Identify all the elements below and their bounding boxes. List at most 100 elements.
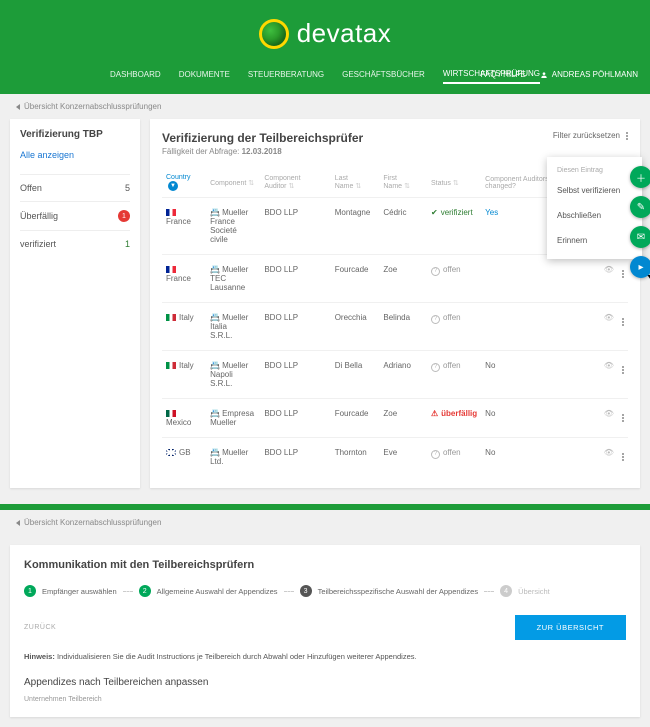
cell-view[interactable]: 👁 [600, 255, 618, 303]
cell-auditor: BDO LLP [260, 438, 330, 477]
col-country[interactable]: Country▼ [162, 168, 206, 198]
fab-mail[interactable]: ✉ [630, 226, 650, 248]
more-icon [622, 414, 624, 422]
back-button[interactable]: ZURÜCK [24, 624, 56, 631]
step-4-label[interactable]: Übersicht [518, 587, 550, 596]
col-firstname[interactable]: First Name⇅ [379, 168, 427, 198]
cell-lastname: Fourcade [331, 255, 380, 303]
hint-text: Hinweis: Individualisieren Sie die Audit… [24, 652, 626, 661]
fab-edit[interactable]: ✎ [630, 196, 650, 218]
fab-add-user[interactable]: ＋ [630, 166, 650, 188]
comm-title: Kommunikation mit den Teilbereichsprüfer… [24, 559, 626, 571]
cell-component: 📇MuellerFranceSocieté civile [206, 198, 260, 255]
breadcrumb-2[interactable]: Übersicht Konzernabschlussprüfungen [0, 510, 650, 535]
panel-subtitle: Fälligkeit der Abfrage: 12.03.2018 [162, 147, 363, 156]
filter-label: Überfällig [20, 211, 58, 221]
cell-component: 📇MuellerLtd. [206, 438, 260, 477]
eye-icon: 👁 [604, 313, 614, 322]
table-row[interactable]: Italy📇MuellerNapoliS.R.L.BDO LLPDi Bella… [162, 351, 628, 399]
eye-icon: 👁 [604, 361, 614, 370]
cell-changed: No [481, 438, 600, 477]
cell-firstname: Zoe [379, 399, 427, 438]
cell-lastname: Di Bella [331, 351, 380, 399]
filter-verifiziert[interactable]: verifiziert 1 [20, 230, 130, 257]
cell-more[interactable] [618, 399, 628, 438]
step-3-num: 3 [300, 585, 312, 597]
cell-auditor: BDO LLP [260, 399, 330, 438]
cell-component: 📇MuellerTECLausanne [206, 255, 260, 303]
filter-count: 1 [125, 239, 130, 249]
cell-auditor: BDO LLP [260, 255, 330, 303]
filter-count: 5 [125, 183, 130, 193]
col-component[interactable]: Component⇅ [206, 168, 260, 198]
filter-label: verifiziert [20, 239, 56, 249]
table-row[interactable]: Italy📇MuellerItaliaS.R.L.BDO LLPOrecchia… [162, 303, 628, 351]
cell-status: ?offen [427, 351, 481, 399]
cell-more[interactable] [618, 255, 628, 303]
flag-icon [166, 410, 176, 417]
table-row[interactable]: Mexico📇EmpresaMuellerBDO LLPFourcadeZoe⚠… [162, 399, 628, 438]
step-1-label[interactable]: Empfänger auswählen [42, 587, 117, 596]
cell-country: GB [162, 438, 206, 477]
cell-more[interactable] [618, 438, 628, 477]
col-lastname[interactable]: Last Name⇅ [331, 168, 380, 198]
menu-selbst-verifizieren[interactable]: Selbst verifizieren [547, 178, 642, 203]
cell-more[interactable] [618, 303, 628, 351]
breadcrumb-text: Übersicht Konzernabschlussprüfungen [24, 102, 161, 111]
cell-changed: No [481, 351, 600, 399]
cell-status: ?offen [427, 303, 481, 351]
cell-component: 📇EmpresaMueller [206, 399, 260, 438]
step-2-num: 2 [139, 585, 151, 597]
sidebar: Verifizierung TBP Alle anzeigen Offen 5 … [10, 119, 140, 488]
cell-auditor: BDO LLP [260, 351, 330, 399]
filter-uberfallig[interactable]: Überfällig 1 [20, 201, 130, 230]
building-icon: 📇 [210, 361, 220, 370]
cell-firstname: Adriano [379, 351, 427, 399]
breadcrumb[interactable]: Übersicht Konzernabschlussprüfungen [0, 94, 650, 119]
cell-view[interactable]: 👁 [600, 303, 618, 351]
nav-steuerberatung[interactable]: STEUERBERATUNG [248, 66, 324, 83]
cell-lastname: Montagne [331, 198, 380, 255]
menu-abschliessen[interactable]: Abschließen [547, 203, 642, 228]
cell-country: France [162, 198, 206, 255]
brand-text: devatax [297, 18, 392, 49]
filter-offen[interactable]: Offen 5 [20, 174, 130, 201]
nav-faq[interactable]: FAQ / HILFE [480, 70, 525, 79]
cell-country: Italy [162, 303, 206, 351]
cell-view[interactable]: 👁 [600, 351, 618, 399]
step-3-label[interactable]: Teilbereichsspezifische Auswahl der Appe… [318, 587, 479, 596]
nav-user[interactable]: ANDREAS PÖHLMANN [540, 70, 638, 79]
building-icon: 📇 [210, 265, 220, 274]
step-1-num: 1 [24, 585, 36, 597]
eye-icon: 👁 [604, 448, 614, 457]
nav-dashboard[interactable]: DASHBOARD [110, 66, 161, 83]
cell-view[interactable]: 👁 [600, 438, 618, 477]
eye-icon: 👁 [604, 265, 614, 274]
person-icon [540, 71, 548, 79]
building-icon: 📇 [210, 448, 220, 457]
fab-active[interactable]: ▸ [630, 256, 650, 278]
filter-reset[interactable]: Filter zurücksetzen [553, 131, 628, 140]
col-auditor[interactable]: Component Auditor⇅ [260, 168, 330, 198]
cell-firstname: Belinda [379, 303, 427, 351]
flag-icon [166, 266, 176, 273]
cell-component: 📇MuellerNapoliS.R.L. [206, 351, 260, 399]
col-status[interactable]: Status⇅ [427, 168, 481, 198]
building-icon: 📇 [210, 409, 220, 418]
nav-dokumente[interactable]: DOKUMENTE [179, 66, 230, 83]
filter-show-all[interactable]: Alle anzeigen [20, 150, 130, 160]
step-2-label[interactable]: Allgemeine Auswahl der Appendizes [157, 587, 278, 596]
user-name: ANDREAS PÖHLMANN [552, 70, 638, 79]
cell-lastname: Fourcade [331, 399, 380, 438]
table-row[interactable]: GB📇MuellerLtd.BDO LLPThorntonEve?offenNo… [162, 438, 628, 477]
cell-lastname: Thornton [331, 438, 380, 477]
more-icon [622, 453, 624, 461]
table-row[interactable]: France📇MuellerTECLausanneBDO LLPFourcade… [162, 255, 628, 303]
nav-geschaeftsbuecher[interactable]: GESCHÄFTSBÜCHER [342, 66, 425, 83]
more-icon[interactable] [626, 132, 628, 140]
menu-erinnern[interactable]: Erinnern [547, 228, 642, 253]
cell-more[interactable] [618, 351, 628, 399]
overview-button[interactable]: ZUR ÜBERSICHT [515, 615, 626, 640]
arrow-left-icon [16, 520, 20, 526]
cell-view[interactable]: 👁 [600, 399, 618, 438]
